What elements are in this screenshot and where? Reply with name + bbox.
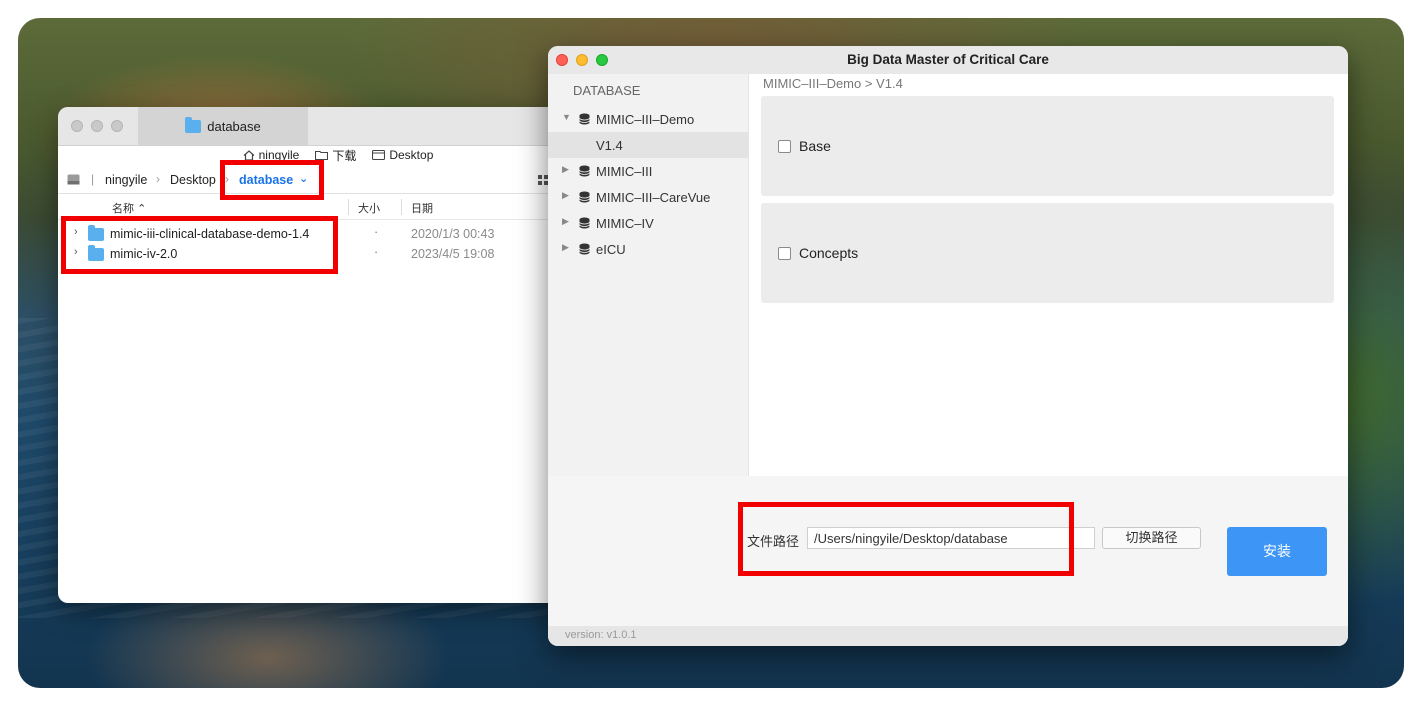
tree-item-v1-4[interactable]: V1.4	[548, 132, 748, 158]
caret-right-icon[interactable]: ▶	[562, 190, 569, 201]
finder-tab-label: database	[207, 118, 261, 134]
database-icon	[579, 217, 590, 229]
database-icon	[579, 113, 590, 125]
tree-item-label: MIMIC–IV	[596, 216, 654, 231]
database-icon	[579, 243, 590, 255]
database-icon	[579, 191, 590, 203]
folder-outline-icon	[315, 150, 329, 160]
path-item-desktop[interactable]: Desktop	[170, 173, 216, 187]
zoom-window-button[interactable]	[111, 120, 123, 132]
finder-titlebar: database	[58, 107, 618, 146]
database-icon	[579, 165, 590, 177]
desktop-icon	[372, 150, 386, 160]
tree-item-mimic-iv[interactable]: ▶ MIMIC–IV	[548, 210, 748, 236]
file-size: ·	[374, 225, 379, 239]
file-size: ·	[374, 245, 379, 259]
concepts-label[interactable]: Concepts	[799, 245, 858, 261]
path-bar: | ningyile › Desktop › database ⌄	[58, 167, 618, 194]
column-size[interactable]: 大小	[358, 200, 380, 216]
caret-right-icon[interactable]: ▶	[562, 216, 569, 227]
option-panel-base: Base	[761, 96, 1334, 196]
tree-item-eicu[interactable]: ▶ eICU	[548, 236, 748, 262]
highlight-file-path	[738, 502, 1074, 576]
caret-down-icon[interactable]: ▼	[562, 112, 571, 122]
close-window-button[interactable]	[71, 120, 83, 132]
highlight-folders	[61, 216, 338, 274]
tree-item-mimic-iii[interactable]: ▶ MIMIC–III	[548, 158, 748, 184]
minimize-window-button[interactable]	[91, 120, 103, 132]
option-panel-concepts: Concepts	[761, 203, 1334, 303]
favorites-bar: ningyile 下载 Desktop	[58, 145, 618, 165]
home-icon	[243, 149, 255, 161]
favorite-desktop-label: Desktop	[389, 148, 434, 162]
caret-right-icon[interactable]: ▶	[562, 242, 569, 253]
base-label[interactable]: Base	[799, 138, 831, 154]
sort-up-icon: ⌃	[137, 203, 147, 215]
path-item-ningyile[interactable]: ningyile	[105, 173, 147, 187]
finder-window: database ningyile 下载 Desktop | ningyile …	[58, 107, 618, 603]
status-bar: version: v1.0.1	[548, 626, 1348, 646]
tree-item-label: MIMIC–III	[596, 164, 653, 179]
file-date: 2023/4/5 19:08	[411, 247, 495, 261]
sidebar-header: DATABASE	[573, 83, 641, 98]
switch-path-button[interactable]: 切换路径	[1102, 527, 1201, 549]
tree-item-label: MIMIC–III–Demo	[596, 112, 695, 127]
column-name-label: 名称	[112, 203, 134, 215]
folder-icon	[185, 116, 202, 133]
highlight-database-path	[220, 160, 324, 200]
concepts-checkbox[interactable]	[778, 247, 791, 260]
install-button[interactable]: 安装	[1227, 527, 1327, 576]
tree-item-label: eICU	[596, 242, 626, 257]
version-label: version: v1.0.1	[565, 629, 637, 641]
tree-item-mimic-iii-demo[interactable]: ▼ MIMIC–III–Demo	[548, 106, 748, 132]
tree-item-mimic-iii-carevue[interactable]: ▶ MIMIC–III–CareVue	[548, 184, 748, 210]
finder-tab[interactable]: database	[138, 107, 308, 145]
file-date: 2020/1/3 00:43	[411, 227, 495, 241]
favorite-desktop[interactable]: Desktop	[372, 148, 433, 162]
chevron-right-icon: ›	[156, 172, 160, 186]
app-titlebar: Big Data Master of Critical Care	[548, 46, 1348, 75]
app-title: Big Data Master of Critical Care	[847, 52, 1049, 67]
tree-item-label: MIMIC–III–CareVue	[596, 190, 711, 205]
caret-right-icon[interactable]: ▶	[562, 164, 569, 175]
favorite-downloads-label: 下载	[332, 148, 357, 163]
hard-drive-icon	[67, 174, 80, 185]
column-name[interactable]: 名称 ⌃	[112, 200, 146, 216]
database-sidebar: DATABASE ▼ MIMIC–III–Demo V1.4 ▶ MIMIC–I…	[548, 74, 749, 476]
tree-item-label: V1.4	[596, 138, 623, 153]
base-checkbox[interactable]	[778, 140, 791, 153]
breadcrumb: MIMIC–III–Demo > V1.4	[763, 76, 903, 91]
view-grid-icon[interactable]	[538, 175, 548, 185]
column-date[interactable]: 日期	[411, 200, 433, 216]
